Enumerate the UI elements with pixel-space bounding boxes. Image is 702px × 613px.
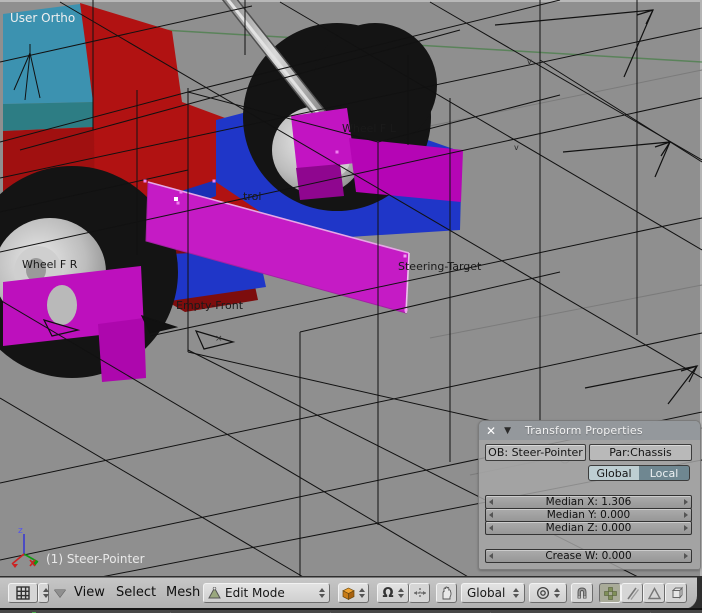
collapse-triangle-icon[interactable]: ▼ [504, 426, 511, 436]
local-button[interactable]: Local [639, 465, 690, 481]
median-x-value: Median X: 1.306 [545, 496, 632, 508]
face-select-mode-button[interactable] [643, 583, 665, 603]
tick-mark-star: × [215, 334, 223, 344]
editor-type-button[interactable] [8, 583, 38, 603]
dashed-move-icon [413, 588, 426, 598]
edge-select-mode-button[interactable] [621, 583, 643, 603]
active-object-status: (1) Steer-Pointer [46, 552, 145, 566]
vertex-mode-icon [603, 586, 617, 600]
object-name-field[interactable]: OB: Steer-Pointer [485, 444, 586, 461]
editor-type-stepper[interactable] [38, 583, 49, 603]
label-partial-control: trol [243, 190, 261, 203]
mode-dropdown[interactable]: Edit Mode [203, 583, 330, 603]
decrement-arrow[interactable] [489, 553, 493, 559]
decrement-arrow[interactable] [489, 525, 493, 531]
menu-select[interactable]: Select [116, 585, 156, 600]
axis-z-label: z [18, 526, 23, 536]
menu-mesh[interactable]: Mesh [166, 585, 200, 600]
view-mode-label: User Ortho [10, 11, 75, 25]
increment-arrow[interactable] [684, 512, 688, 518]
viewport-border-top [0, 0, 702, 2]
hand-icon [442, 586, 452, 600]
close-icon[interactable]: ✕ [486, 424, 496, 438]
median-x-slider[interactable]: Median X: 1.306 [485, 495, 692, 509]
header-collapse-icon[interactable] [54, 589, 66, 597]
increment-arrow[interactable] [684, 499, 688, 505]
viewport-header-bar: View Select Mesh Edit Mode Ω Global [0, 577, 697, 610]
magnet-icon [577, 587, 587, 599]
increment-arrow[interactable] [684, 553, 688, 559]
transform-properties-panel: ✕ ▼ Transform Properties OB: Steer-Point… [478, 420, 701, 570]
orientation-dropdown[interactable]: Global [461, 583, 525, 603]
parent-field[interactable]: Par:Chassis [589, 444, 692, 461]
orientation-dropdown-label: Global [467, 586, 506, 600]
decrement-arrow[interactable] [489, 499, 493, 505]
grid-icon [16, 586, 30, 600]
tick-mark-v1: v [514, 143, 519, 152]
label-steering-target: Steering-Target [398, 260, 482, 273]
median-z-value: Median Z: 0.000 [545, 522, 632, 534]
blender-window: Wheel F L Wheel F R Steering-Target Empt… [0, 0, 702, 613]
crease-w-slider[interactable]: Crease W: 0.000 [485, 549, 692, 563]
decrement-arrow[interactable] [489, 512, 493, 518]
median-y-value: Median Y: 0.000 [546, 509, 631, 521]
global-button[interactable]: Global [588, 465, 640, 481]
crease-w-value: Crease W: 0.000 [545, 550, 632, 562]
edge-mode-icon [626, 587, 639, 600]
mode-dropdown-label: Edit Mode [225, 586, 285, 600]
panel-header[interactable]: ✕ ▼ Transform Properties [479, 421, 700, 440]
occlude-geometry-button[interactable] [665, 583, 687, 603]
vertex-select-mode-button[interactable] [599, 583, 621, 603]
tick-mark-v2: v [527, 57, 532, 66]
circle-dot-icon [536, 586, 550, 600]
solid-cube-icon [342, 587, 355, 600]
median-z-slider[interactable]: Median Z: 0.000 [485, 521, 692, 535]
manipulator-hand-button[interactable] [436, 583, 457, 603]
manipulator-button[interactable] [409, 583, 430, 603]
cube-outline-icon [671, 586, 683, 599]
draw-type-dropdown[interactable] [338, 583, 369, 603]
pivot-omega-icon: Ω [382, 585, 394, 601]
editor-divider-strip [0, 608, 702, 613]
label-wheel-fl: Wheel F L [342, 122, 397, 135]
label-empty-front: Empty-Front [176, 299, 244, 312]
face-mode-icon [647, 586, 661, 599]
pivot-center-dropdown[interactable] [529, 583, 567, 603]
panel-title: Transform Properties [524, 424, 643, 437]
pivot-dropdown[interactable]: Ω [377, 583, 409, 603]
median-y-slider[interactable]: Median Y: 0.000 [485, 508, 692, 522]
snap-button[interactable] [571, 583, 593, 603]
editmode-icon [208, 587, 221, 599]
menu-view[interactable]: View [74, 585, 105, 600]
increment-arrow[interactable] [684, 525, 688, 531]
label-wheel-fr: Wheel F R [22, 258, 78, 271]
